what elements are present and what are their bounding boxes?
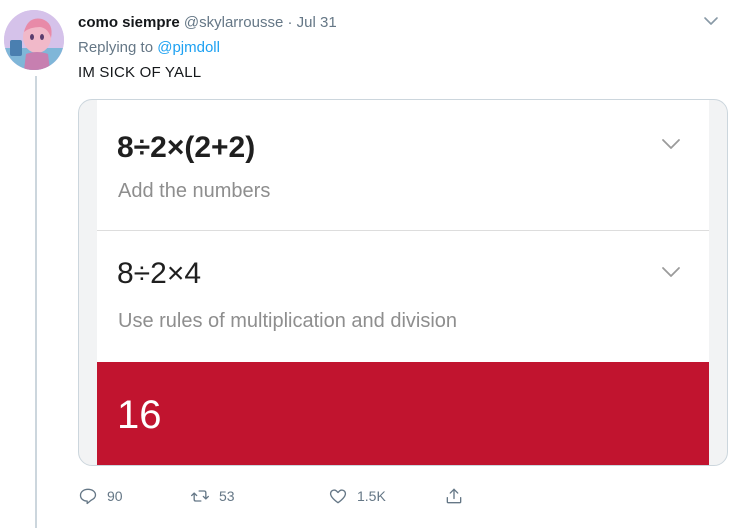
avatar[interactable]	[4, 10, 64, 70]
chevron-down-icon[interactable]	[661, 137, 681, 149]
user-handle[interactable]: @skylarrousse	[184, 14, 283, 31]
reply-icon	[79, 488, 97, 505]
chevron-down-icon[interactable]	[661, 265, 681, 277]
reply-count: 90	[107, 488, 123, 504]
share-button[interactable]	[444, 484, 473, 508]
tweet-actions: 90 53 1.5K	[78, 484, 498, 508]
retweet-count: 53	[219, 488, 235, 504]
step-2-expression: 8÷2×4	[117, 257, 202, 290]
heart-icon	[329, 489, 347, 504]
replying-prefix: Replying to	[78, 39, 158, 56]
answer-banner: 16	[97, 362, 709, 465]
like-count: 1.5K	[357, 488, 386, 504]
step-2-description: Use rules of multiplication and division	[118, 310, 458, 332]
thread-line	[35, 76, 37, 528]
tweet-header: como siempre @skylarrousse · Jul 31	[78, 13, 337, 33]
display-name[interactable]: como siempre	[78, 14, 180, 31]
dot-separator: ·	[287, 14, 293, 31]
chevron-down-icon[interactable]	[702, 12, 720, 30]
solution-step-2[interactable]	[97, 231, 709, 362]
step-1-expression: 8÷2×(2+2)	[117, 131, 256, 164]
step-1-description: Add the numbers	[118, 180, 271, 202]
tweet-date[interactable]: Jul 31	[297, 14, 337, 31]
share-icon	[446, 488, 462, 504]
math-solution-card: 8÷2×(2+2) Add the numbers 8÷2×4 Use rule…	[97, 100, 709, 465]
tweet-text: IM SICK OF YALL	[78, 64, 202, 81]
media-attachment[interactable]: 8÷2×(2+2) Add the numbers 8÷2×4 Use rule…	[78, 99, 728, 466]
reply-button[interactable]: 90	[78, 484, 123, 508]
answer-value: 16	[117, 393, 162, 437]
replying-to: Replying to @pjmdoll	[78, 38, 220, 58]
mention-link[interactable]: @pjmdoll	[157, 39, 220, 56]
retweet-button[interactable]: 53	[190, 484, 235, 508]
like-button[interactable]: 1.5K	[328, 484, 386, 508]
retweet-icon	[191, 490, 209, 502]
